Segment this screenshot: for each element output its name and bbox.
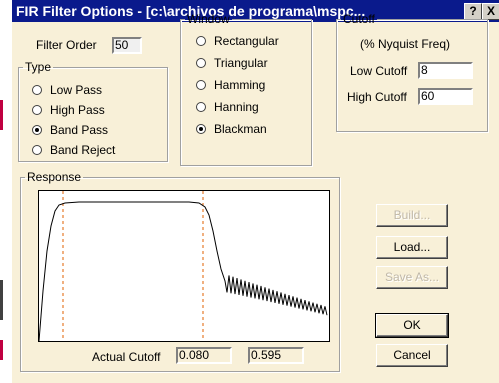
radio-band-reject[interactable]: Band Reject (32, 143, 115, 159)
radio-label: Band Reject (50, 143, 116, 157)
radio-band-pass[interactable]: Band Pass (32, 123, 108, 139)
radio-button-icon (196, 35, 206, 46)
save-as-button[interactable]: Save As... (376, 266, 448, 289)
radio-button-icon (196, 57, 206, 68)
background-desktop (0, 0, 10, 383)
radio-hanning[interactable]: Hanning (196, 100, 259, 116)
window-legend: Window (187, 12, 230, 26)
actual-high-field: 0.595 (248, 347, 304, 364)
radio-hamming[interactable]: Hamming (196, 78, 265, 94)
filter-order-label: Filter Order (36, 38, 97, 52)
cancel-button[interactable]: Cancel (376, 344, 448, 367)
radio-label: Band Pass (50, 123, 109, 137)
response-legend: Response (27, 170, 82, 184)
background-mark (0, 280, 3, 320)
radio-low-pass[interactable]: Low Pass (32, 83, 102, 99)
radio-button-icon (196, 101, 206, 112)
radio-label: Hamming (214, 78, 266, 92)
radio-label: Blackman (214, 122, 267, 136)
high-cutoff-input[interactable]: 60 (418, 88, 473, 105)
fir-filter-dialog: FIR Filter Options - [c:\archivos de pro… (10, 0, 499, 383)
build-button[interactable]: Build... (376, 204, 448, 227)
radio-button-icon (196, 79, 206, 90)
filter-order-input[interactable]: 50 (112, 37, 142, 54)
radio-button-icon (32, 144, 42, 155)
radio-button-selected-icon (32, 124, 42, 135)
response-curve-svg (38, 191, 328, 342)
cutoff-subtitle: (% Nyquist Freq) (360, 37, 451, 51)
radio-triangular[interactable]: Triangular (196, 56, 268, 72)
low-cutoff-label: Low Cutoff (350, 64, 408, 78)
radio-button-icon (32, 104, 42, 115)
radio-label: Low Pass (50, 83, 103, 97)
radio-label: Hanning (214, 100, 259, 114)
response-curve (38, 201, 328, 342)
type-legend: Type (25, 60, 52, 74)
load-button[interactable]: Load... (376, 236, 448, 259)
actual-cutoff-label: Actual Cutoff (92, 350, 161, 364)
radio-rectangular[interactable]: Rectangular (196, 34, 279, 50)
cutoff-legend: Cutoff (343, 12, 375, 26)
ok-button[interactable]: OK (375, 313, 449, 338)
radio-label: Rectangular (214, 34, 279, 48)
low-cutoff-input[interactable]: 8 (418, 62, 473, 79)
frequency-response-plot (38, 190, 330, 342)
background-mark (0, 340, 3, 360)
actual-low-field: 0.080 (176, 347, 232, 364)
background-mark (0, 100, 3, 130)
radio-button-icon (32, 84, 42, 95)
radio-blackman[interactable]: Blackman (196, 122, 267, 138)
radio-button-selected-icon (196, 123, 206, 134)
radio-high-pass[interactable]: High Pass (32, 103, 105, 119)
radio-label: High Pass (50, 103, 105, 117)
high-cutoff-label: High Cutoff (347, 90, 407, 104)
radio-label: Triangular (214, 56, 268, 70)
